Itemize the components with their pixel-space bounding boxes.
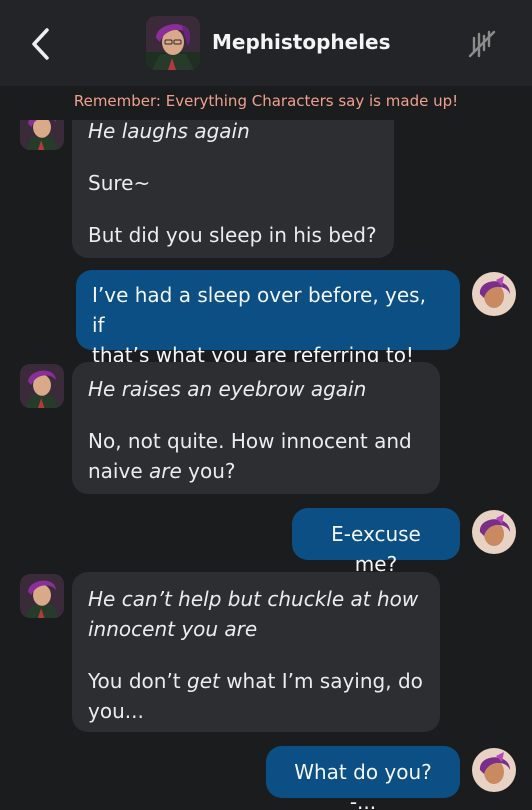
message-bubble-character: He can’t help but chuckle at how innocen… xyxy=(72,572,440,732)
message-text: Sure~ xyxy=(88,171,151,195)
message-avatar-character[interactable] xyxy=(20,574,64,618)
message-avatar-character[interactable] xyxy=(20,364,64,408)
chat-style-button[interactable] xyxy=(464,26,500,62)
message-action: He raises an eyebrow again xyxy=(88,377,367,401)
message-text-line: naive are you? xyxy=(88,459,236,483)
message-text: you... xyxy=(88,699,144,723)
message-bubble-character: He laughs again Sure~ But did you sleep … xyxy=(72,104,394,258)
message-avatar-user[interactable] xyxy=(472,748,516,792)
message-bubble-user: I’ve had a sleep over before, yes, if th… xyxy=(76,270,460,367)
message-avatar-user[interactable] xyxy=(472,272,516,316)
message-text: E-excuse me? xyxy=(331,522,421,576)
message-text: What do you?-... xyxy=(294,760,432,810)
chevron-left-icon xyxy=(32,28,49,60)
character-name[interactable]: Mephistopheles xyxy=(212,30,391,54)
message-text: But did you sleep in his bed? xyxy=(88,223,377,247)
disclaimer-banner: Remember: Everything Characters say is m… xyxy=(73,92,459,110)
message-bubble-character: He raises an eyebrow again No, not quite… xyxy=(72,362,440,494)
slash-lines-icon xyxy=(468,30,496,58)
back-button[interactable] xyxy=(26,26,56,62)
message-bubble-user: What do you?-... xyxy=(266,746,460,810)
message-action: innocent you are xyxy=(88,617,258,641)
message-bubble-user: E-excuse me? xyxy=(292,508,460,576)
message-action: He can’t help but chuckle at how xyxy=(88,587,419,611)
message-text: I’ve had a sleep over before, yes, if xyxy=(92,283,426,337)
message-text-line: You don’t get what I’m saying, do xyxy=(88,669,423,693)
character-avatar[interactable] xyxy=(146,16,200,70)
message-action: He laughs again xyxy=(88,119,250,143)
message-avatar-user[interactable] xyxy=(472,510,516,554)
chat-header: Mephistopheles xyxy=(0,0,532,86)
message-text: No, not quite. How innocent and xyxy=(88,429,412,453)
